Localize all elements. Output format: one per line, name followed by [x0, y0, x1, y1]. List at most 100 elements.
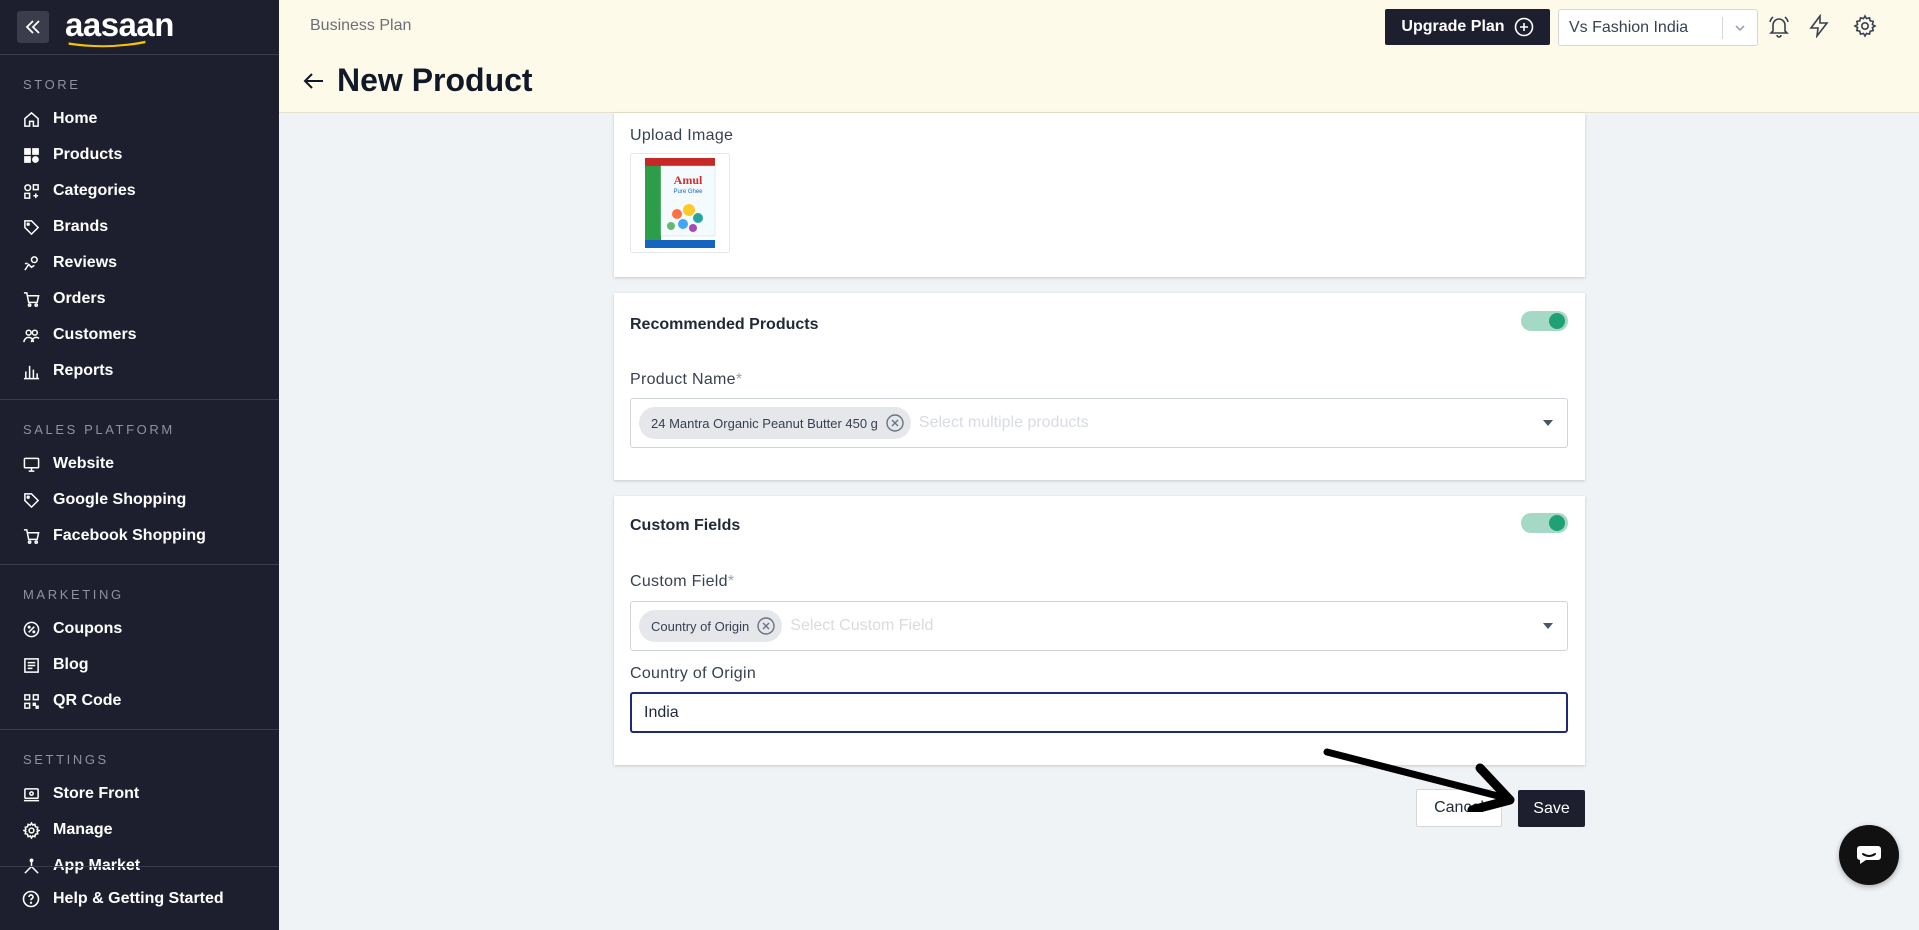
custom-field-label: Custom Field*	[630, 573, 734, 591]
sidebar-item-google-shopping[interactable]: Google Shopping	[0, 482, 279, 518]
home-icon	[22, 110, 40, 128]
settings-gear-icon[interactable]	[1853, 14, 1877, 38]
back-arrow-icon[interactable]	[301, 68, 327, 94]
custom-fields-toggle[interactable]	[1521, 513, 1568, 533]
toggle-knob	[1549, 313, 1565, 329]
tag-icon	[22, 218, 40, 236]
save-button[interactable]: Save	[1518, 790, 1585, 827]
sidebar-item-label: Blog	[53, 656, 89, 673]
sidebar-item-reports[interactable]: Reports	[0, 353, 279, 389]
logo-smile-icon	[68, 40, 146, 47]
selected-product-chip-label: 24 Mantra Organic Peanut Butter 450 g	[651, 415, 878, 431]
recommended-products-card: Recommended Products Product Name* 24 Ma…	[614, 293, 1585, 480]
bell-icon[interactable]	[1767, 14, 1791, 38]
section-title: STORE	[23, 77, 81, 92]
logo-text: aasaan	[65, 5, 174, 43]
product-name-label-text: Product Name	[630, 371, 736, 388]
plan-label: Business Plan	[310, 17, 412, 34]
product-name-multiselect[interactable]: 24 Mantra Organic Peanut Butter 450 g Se…	[630, 398, 1568, 448]
country-of-origin-label: Country of Origin	[630, 665, 757, 682]
toggle-knob	[1549, 515, 1565, 531]
reviews-icon	[22, 254, 40, 272]
dropdown-caret-icon	[1543, 623, 1553, 629]
product-image-subtitle: Pure Ghee	[673, 189, 703, 195]
chat-bubble-icon	[1857, 846, 1881, 864]
product-image: Amul Pure Ghee	[645, 158, 716, 248]
qr-icon	[22, 692, 40, 710]
collapse-sidebar-button[interactable]	[17, 11, 49, 43]
recommended-products-toggle[interactable]	[1521, 311, 1568, 331]
help-getting-started[interactable]: Help & Getting Started	[0, 866, 279, 930]
coupon-icon	[22, 620, 40, 638]
sidebar-item-brands[interactable]: Brands	[0, 209, 279, 245]
sidebar-nav: STORE Home Products Categories Brands Reviews…	[0, 55, 279, 884]
page-title: New Product	[337, 62, 533, 98]
sidebar-item-label: Home	[53, 110, 98, 127]
custom-field-placeholder: Select Custom Field	[790, 617, 934, 634]
sidebar-item-label: Categories	[53, 182, 136, 199]
sidebar-item-store-front[interactable]: Store Front	[0, 776, 279, 812]
product-image-thumbnail[interactable]: Amul Pure Ghee	[630, 153, 730, 253]
sidebar-item-qr-code[interactable]: QR Code	[0, 683, 279, 719]
sidebar-item-coupons[interactable]: Coupons	[0, 611, 279, 647]
selected-custom-field-chip-label: Country of Origin	[651, 618, 750, 634]
sidebar-item-label: Manage	[53, 821, 113, 838]
upgrade-plan-button[interactable]: Upgrade Plan	[1385, 9, 1550, 45]
storefront-icon	[22, 785, 40, 803]
product-name-label: Product Name*	[630, 371, 742, 389]
sidebar-item-label: Orders	[53, 290, 106, 307]
annotation-arrow-icon	[1323, 748, 1515, 812]
sidebar-item-reviews[interactable]: Reviews	[0, 245, 279, 281]
sidebar-item-blog[interactable]: Blog	[0, 647, 279, 683]
custom-fields-title: Custom Fields	[630, 517, 741, 534]
help-icon	[22, 890, 40, 908]
sidebar-item-label: Website	[53, 455, 115, 472]
sidebar-item-label: Brands	[53, 218, 109, 235]
lightning-icon[interactable]	[1807, 13, 1831, 39]
blog-icon	[22, 656, 40, 674]
customers-icon	[22, 326, 40, 344]
custom-field-label-text: Custom Field	[630, 573, 728, 590]
monitor-icon	[22, 455, 40, 473]
reports-icon	[22, 362, 40, 380]
upgrade-plan-label: Upgrade Plan	[1401, 18, 1505, 35]
section-title: SETTINGS	[23, 752, 109, 767]
sidebar-item-label: Reports	[53, 362, 114, 379]
sidebar-item-label: Customers	[53, 326, 137, 343]
page-title-row: New Product	[301, 62, 533, 99]
logo[interactable]: aasaan	[65, 5, 174, 47]
custom-fields-card: Custom Fields Custom Field* Country of O…	[614, 496, 1585, 765]
chevron-down-icon	[1723, 21, 1757, 35]
custom-field-multiselect[interactable]: Country of Origin Select Custom Field	[630, 601, 1568, 651]
store-selector[interactable]: Vs Fashion India	[1558, 9, 1758, 46]
dropdown-caret-icon	[1543, 420, 1553, 426]
country-of-origin-input[interactable]	[630, 692, 1568, 733]
sidebar-item-products[interactable]: Products	[0, 137, 279, 173]
sidebar-item-facebook-shopping[interactable]: Facebook Shopping	[0, 518, 279, 554]
upload-image-label: Upload Image	[630, 127, 734, 144]
recommended-products-title: Recommended Products	[630, 316, 819, 333]
sidebar-item-categories[interactable]: Categories	[0, 173, 279, 209]
cart-icon	[22, 527, 40, 545]
sidebar-item-label: Google Shopping	[53, 491, 187, 508]
sidebar-item-manage[interactable]: Manage	[0, 812, 279, 848]
remove-chip-icon[interactable]	[756, 616, 776, 636]
upload-image-card: Upload Image Amul Pure Ghee	[614, 113, 1585, 277]
sidebar-item-home[interactable]: Home	[0, 101, 279, 137]
sidebar: aasaan STORE Home Products Categories Brands…	[0, 0, 279, 930]
sidebar-item-orders[interactable]: Orders	[0, 281, 279, 317]
remove-chip-icon[interactable]	[885, 413, 905, 433]
store-name: Vs Fashion India	[1569, 18, 1689, 36]
plus-circle-icon	[1514, 17, 1533, 37]
sidebar-item-customers[interactable]: Customers	[0, 317, 279, 353]
top-header: Business Plan New Product Upgrade Plan V…	[279, 0, 1919, 113]
required-mark: *	[735, 371, 743, 388]
gear-icon	[22, 821, 40, 839]
help-label: Help & Getting Started	[53, 889, 224, 907]
sidebar-item-website[interactable]: Website	[0, 446, 279, 482]
required-mark: *	[727, 573, 735, 590]
section-title: MARKETING	[23, 587, 124, 602]
brand-bar: aasaan	[0, 0, 279, 55]
chat-widget-button[interactable]	[1839, 825, 1899, 885]
selected-product-chip: 24 Mantra Organic Peanut Butter 450 g	[639, 407, 911, 439]
